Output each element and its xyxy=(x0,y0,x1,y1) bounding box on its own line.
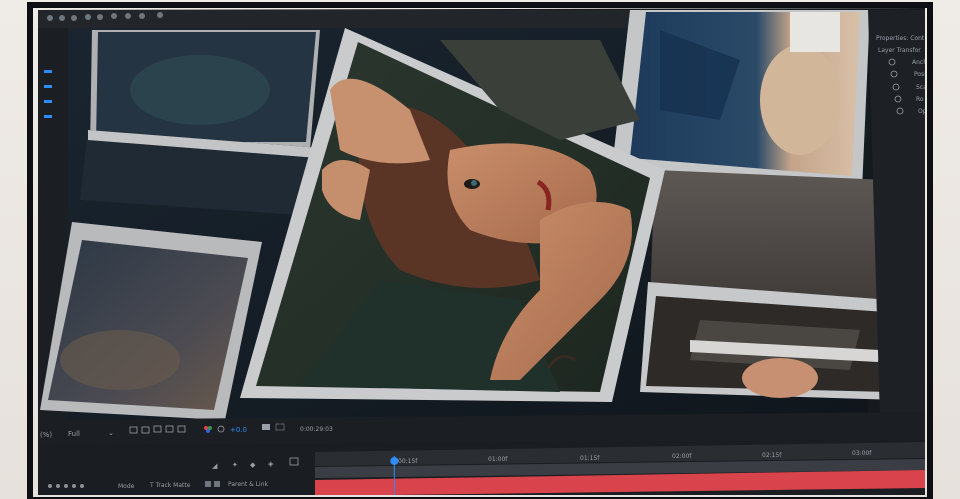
exposure-value[interactable]: +0.0 xyxy=(230,426,247,434)
motion-blur-icon[interactable]: ✦ xyxy=(232,461,238,469)
graph-editor-icon[interactable]: ◢ xyxy=(212,462,218,470)
photo-card-top-left xyxy=(90,30,320,150)
layer-mode-header: Mode xyxy=(118,483,135,490)
lock-icon[interactable] xyxy=(72,484,76,488)
zoom-dropdown[interactable]: (%) xyxy=(40,431,52,439)
after-effects-screen: Properties: Cont Layer Transfor Anch Pos… xyxy=(27,2,933,499)
solo-icon[interactable] xyxy=(64,484,68,488)
photo-card-top-right xyxy=(612,10,870,190)
prop-row-2: Scal xyxy=(916,84,929,91)
timecode: 0:00:29:03 xyxy=(300,426,333,433)
timeline-panel: ◢ ✦ ◆ ◈ 00:15f 01:00f 01:15f 02:00f 02:1… xyxy=(38,440,925,495)
tick-label: 01:00f xyxy=(488,456,508,463)
frame-blend-icon[interactable]: ◆ xyxy=(250,461,256,469)
draft-3d-icon[interactable]: ◈ xyxy=(268,460,274,468)
tick-label: 02:15f xyxy=(762,452,782,459)
prop-row-3: Ro xyxy=(916,96,924,103)
tick-label: 03:00f xyxy=(852,450,872,457)
visibility-icon[interactable] xyxy=(48,484,52,488)
resolution-dropdown[interactable]: Full xyxy=(68,430,80,438)
prop-row-0: Anch xyxy=(912,59,927,66)
tick-label: 00:15f xyxy=(398,458,418,465)
shy-icon[interactable] xyxy=(80,484,84,488)
properties-panel-section: Layer Transfor xyxy=(878,47,921,54)
properties-panel-title: Properties: Cont xyxy=(876,35,925,42)
chevron-down-icon[interactable]: ⌄ xyxy=(108,429,114,437)
audio-icon[interactable] xyxy=(56,484,60,488)
track-matte-header: T Track Matte xyxy=(149,482,191,489)
parent-link-header: Parent & Link xyxy=(228,481,269,488)
snapshot-icon[interactable] xyxy=(262,424,270,430)
switch-icon[interactable] xyxy=(214,481,220,487)
prop-row-4: Op xyxy=(918,108,927,115)
stage: Properties: Cont Layer Transfor Anch Pos… xyxy=(0,0,960,499)
tick-label: 02:00f xyxy=(672,453,692,460)
switch-icon[interactable] xyxy=(205,481,211,487)
photo-card-bottom-right xyxy=(640,282,900,400)
tick-label: 01:15f xyxy=(580,455,600,462)
prop-row-1: Posit xyxy=(914,71,929,78)
photo-card-left xyxy=(40,222,262,420)
